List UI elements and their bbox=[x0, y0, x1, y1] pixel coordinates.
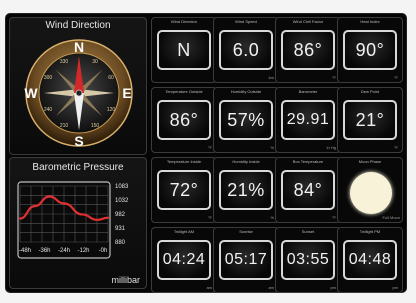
tile-value: 57% bbox=[219, 100, 273, 140]
degree-300: 300 bbox=[44, 75, 53, 81]
pressure-chart: 1083 1032 982 931 880 -48h -36h -24h -12h -0h bbox=[17, 181, 129, 259]
needle-hub bbox=[75, 89, 83, 97]
tile-unit: in Hg bbox=[326, 145, 336, 150]
tile-sunset: Sunset 03:55 pm bbox=[275, 227, 341, 293]
tile-value: 05:17 bbox=[219, 240, 273, 280]
full-moon-icon bbox=[350, 172, 392, 214]
tile-temperature-inside: Temperature Inside 72° °F bbox=[151, 157, 217, 223]
degree-210: 210 bbox=[60, 123, 69, 129]
tile-wind-chill-factor: Wind Chill Factor 86° °F bbox=[275, 17, 341, 83]
tile-label: Twilight PM bbox=[359, 229, 381, 234]
cardinal-s: S bbox=[74, 133, 83, 148]
degree-240: 240 bbox=[44, 107, 53, 113]
tile-label: Box Temperature bbox=[292, 159, 324, 164]
cardinal-n: N bbox=[74, 39, 84, 55]
tile-unit: °F bbox=[207, 215, 212, 220]
y-tick-label: 1083 bbox=[115, 184, 129, 190]
x-tick-label: -24h bbox=[58, 248, 70, 254]
degree-60: 60 bbox=[108, 75, 114, 81]
degree-150: 150 bbox=[91, 123, 100, 129]
y-axis-ticks: 1083 1032 982 931 880 bbox=[115, 184, 129, 246]
y-tick-label: 880 bbox=[115, 240, 126, 246]
y-tick-label: 982 bbox=[115, 212, 126, 218]
tile-label: Temperature Inside bbox=[166, 159, 202, 164]
tile-value: N bbox=[157, 30, 211, 70]
tile-label: Humidity Outside bbox=[230, 89, 262, 94]
wind-direction-panel: Wind Direction N S W E 330 30 300 60 240… bbox=[9, 17, 147, 155]
tile-unit: % bbox=[270, 215, 274, 220]
tile-label: Sunset bbox=[301, 229, 315, 234]
tile-unit: °F bbox=[393, 145, 398, 150]
tile-unit: °F bbox=[393, 75, 398, 80]
tile-unit: pm bbox=[330, 285, 336, 290]
x-tick-label: -12h bbox=[77, 248, 89, 254]
tile-value: 90° bbox=[343, 30, 397, 70]
tile-unit: °F bbox=[331, 75, 336, 80]
moon-phase-label: Moon Phase bbox=[358, 159, 382, 164]
tile-value: 04:24 bbox=[157, 240, 211, 280]
tile-wind-speed: Wind Speed 6.0 km bbox=[213, 17, 279, 83]
tile-label: Twilight AM bbox=[173, 229, 195, 234]
tile-label: Heat Index bbox=[360, 19, 380, 24]
y-tick-label: 1032 bbox=[115, 198, 129, 204]
tile-label: Sunrise bbox=[239, 229, 253, 234]
tile-value: 72° bbox=[157, 170, 211, 210]
tile-label: Wind Speed bbox=[235, 19, 257, 24]
tile-value: 6.0 bbox=[219, 30, 273, 70]
barometric-pressure-panel: Barometric Pressure 1083 1032 982 931 880 -4… bbox=[9, 157, 147, 289]
tile-unit: % bbox=[270, 145, 274, 150]
tile-heat-index: Heat Index 90° °F bbox=[337, 17, 403, 83]
compass: N S W E 330 30 300 60 240 120 210 150 bbox=[24, 39, 133, 148]
tile-value: 84° bbox=[281, 170, 335, 210]
tile-humidity-outside: Humidity Outside 57%% bbox=[213, 87, 279, 153]
tile-value: 86° bbox=[157, 100, 211, 140]
tile-twilight-am: Twilight AM 04:24 am bbox=[151, 227, 217, 293]
degree-30: 30 bbox=[92, 59, 98, 65]
pressure-unit: millibar bbox=[111, 275, 140, 285]
tile-barometer: Barometer 29.91 in Hg bbox=[275, 87, 341, 153]
tile-value: 21° bbox=[343, 100, 397, 140]
tile-sunrise: Sunrise 05:17 am bbox=[213, 227, 279, 293]
degree-120: 120 bbox=[107, 107, 116, 113]
tile-dew-point: Dew Point 21° °F bbox=[337, 87, 403, 153]
tile-label: Wind Direction bbox=[170, 19, 197, 24]
tile-unit: am bbox=[206, 285, 212, 290]
tile-label: Wind Chill Factor bbox=[292, 19, 324, 24]
tile-humidity-inside: Humidity Inside 21%% bbox=[213, 157, 279, 223]
pressure-title: Barometric Pressure bbox=[32, 162, 124, 173]
tile-unit: °F bbox=[207, 145, 212, 150]
tile-unit: °F bbox=[331, 215, 336, 220]
tile-value: 29.91 bbox=[281, 100, 335, 140]
cardinal-e: E bbox=[122, 85, 131, 101]
tile-twilight-pm: Twilight PM 04:48 pm bbox=[337, 227, 403, 293]
moon-phase-tile: Moon Phase Full Moon bbox=[337, 157, 403, 223]
tile-label: Temperature Outside bbox=[165, 89, 203, 94]
tile-value: 04:48 bbox=[343, 240, 397, 280]
tile-unit: am bbox=[268, 285, 274, 290]
x-tick-label: -36h bbox=[38, 248, 50, 254]
degree-330: 330 bbox=[60, 59, 69, 65]
tile-unit: pm bbox=[392, 285, 398, 290]
tile-wind-direction: Wind Direction N bbox=[151, 17, 217, 83]
x-tick-label: -0h bbox=[99, 248, 108, 254]
tile-label: Barometer bbox=[298, 89, 318, 94]
wind-direction-title: Wind Direction bbox=[45, 20, 111, 31]
tile-value: 21% bbox=[219, 170, 273, 210]
tile-box-temperature: Box Temperature 84° °F bbox=[275, 157, 341, 223]
tile-value: 03:55 bbox=[281, 240, 335, 280]
x-tick-label: -48h bbox=[19, 248, 31, 254]
weather-dashboard: Wind Direction N S W E 330 30 300 60 240… bbox=[6, 14, 406, 293]
moon-phase-caption: Full Moon bbox=[382, 215, 400, 220]
cardinal-w: W bbox=[24, 85, 38, 101]
tile-label: Dew Point bbox=[360, 89, 380, 94]
tile-label: Humidity Inside bbox=[232, 159, 260, 164]
tile-value: 86° bbox=[281, 30, 335, 70]
tile-unit: km bbox=[268, 75, 274, 80]
y-tick-label: 931 bbox=[115, 226, 126, 232]
tile-temperature-outside: Temperature Outside 86° °F bbox=[151, 87, 217, 153]
